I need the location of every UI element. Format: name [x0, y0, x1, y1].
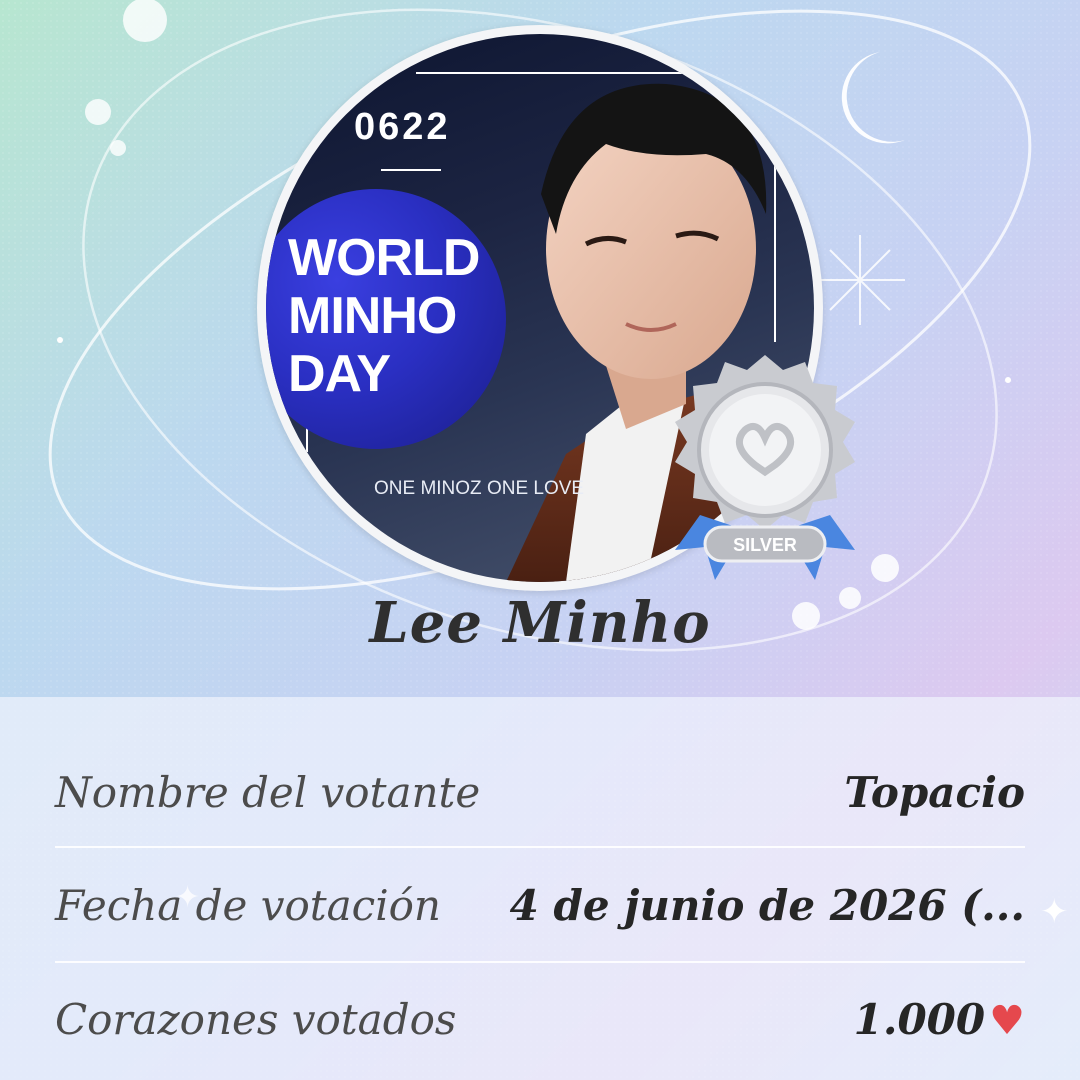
moon-icon [841, 52, 905, 144]
detail-value: 1.000 [853, 995, 986, 1044]
detail-row-vote-date: Fecha de votación 4 de junio de 2026 (..… [55, 858, 1025, 953]
profile-name: Lee Minho [369, 590, 711, 656]
poster-frame-top [416, 72, 776, 74]
sparkle-icon: ✦ [175, 880, 201, 915]
detail-value: 4 de junio de 2026 (... [509, 881, 1025, 930]
star-sparkle-icon [815, 235, 905, 325]
poster-frame-right [774, 72, 776, 342]
detail-label: Corazones votados [55, 995, 457, 1044]
detail-label: Nombre del votante [55, 768, 481, 817]
poster-date-rule [381, 169, 441, 171]
detail-value-with-icon: 1.000 ♥ [854, 995, 1025, 1044]
poster-title-line-1: WORLD [288, 229, 480, 287]
detail-divider [55, 846, 1025, 848]
detail-label: Fecha de votación [55, 881, 441, 930]
poster-tagline: ONE MINOZ ONE LOVE [374, 478, 585, 499]
poster-date-code: 0622 [354, 106, 451, 148]
detail-divider [55, 961, 1025, 963]
detail-row-voter-name: Nombre del votante Topacio [55, 745, 1025, 840]
silver-badge-icon: SILVER [675, 355, 855, 580]
detail-row-hearts-voted: Corazones votados 1.000 ♥ [55, 972, 1025, 1067]
poster-title-line-2: MINHO [288, 287, 457, 345]
poster-title-line-3: DAY [288, 345, 391, 403]
badge-label: SILVER [733, 535, 797, 555]
detail-value: Topacio [844, 768, 1025, 817]
sparkle-icon: ✦ [1040, 892, 1069, 932]
heart-icon: ♥ [989, 997, 1025, 1044]
